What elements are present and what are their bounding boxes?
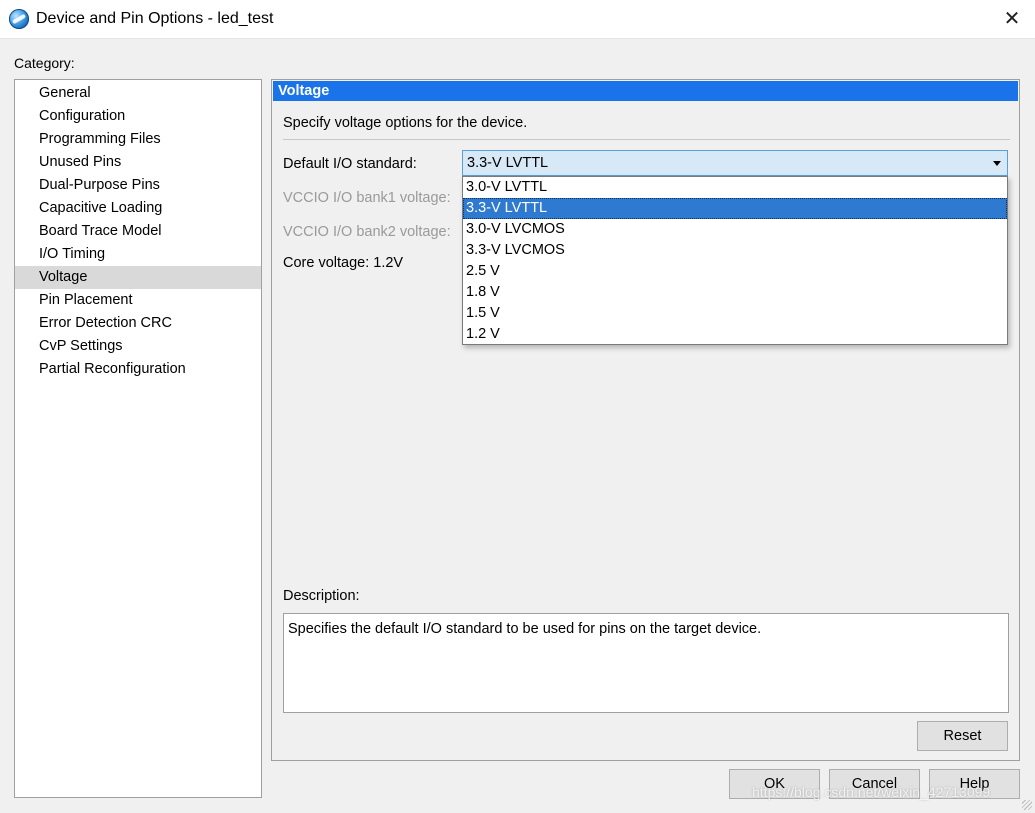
quartus-app-icon [9,9,29,29]
io-standard-dropdown-list[interactable]: 3.0-V LVTTL 3.3-V LVTTL 3.0-V LVCMOS 3.3… [462,176,1008,345]
option-3-3v-lvcmos[interactable]: 3.3-V LVCMOS [463,240,1007,261]
category-item-dual-purpose-pins[interactable]: Dual-Purpose Pins [15,174,261,197]
option-1-5v[interactable]: 1.5 V [463,303,1007,324]
category-item-unused-pins[interactable]: Unused Pins [15,151,261,174]
category-item-voltage[interactable]: Voltage [15,266,261,289]
dropdown-arrow-icon[interactable] [993,161,1001,166]
category-item-programming-files[interactable]: Programming Files [15,128,261,151]
close-button[interactable]: ✕ [989,0,1035,38]
category-item-capacitive-loading[interactable]: Capacitive Loading [15,197,261,220]
category-item-general[interactable]: General [15,82,261,105]
title-bar: Device and Pin Options - led_test ✕ [0,0,1035,39]
watermark: https://blog.csdn.net/weixin_42713099 [752,784,991,800]
option-1-2v[interactable]: 1.2 V [463,324,1007,345]
default-io-standard-value: 3.3-V LVTTL [467,155,549,171]
category-label: Category: [14,55,75,71]
voltage-panel: Voltage Specify voltage options for the … [271,79,1020,761]
window-title: Device and Pin Options - led_test [36,10,274,27]
option-3-3v-lvttl[interactable]: 3.3-V LVTTL [463,198,1007,219]
category-item-configuration[interactable]: Configuration [15,105,261,128]
option-2-5v[interactable]: 2.5 V [463,261,1007,282]
category-list[interactable]: General Configuration Programming Files … [14,79,262,798]
core-voltage-label: Core voltage: 1.2V [283,255,404,271]
option-3-0v-lvttl[interactable]: 3.0-V LVTTL [463,177,1007,198]
reset-button[interactable]: Reset [917,721,1008,751]
category-item-cvp-settings[interactable]: CvP Settings [15,335,261,358]
option-1-8v[interactable]: 1.8 V [463,282,1007,303]
description-box: Specifies the default I/O standard to be… [283,613,1009,713]
vccio-bank1-label: VCCIO I/O bank1 voltage: [283,190,451,206]
option-3-0v-lvcmos[interactable]: 3.0-V LVCMOS [463,219,1007,240]
resize-grip-icon[interactable] [1022,800,1032,810]
divider [283,139,1010,140]
category-item-error-detection-crc[interactable]: Error Detection CRC [15,312,261,335]
description-label: Description: [283,588,360,604]
panel-header: Voltage [273,81,1018,101]
category-item-io-timing[interactable]: I/O Timing [15,243,261,266]
vccio-bank2-label: VCCIO I/O bank2 voltage: [283,224,451,240]
category-item-pin-placement[interactable]: Pin Placement [15,289,261,312]
default-io-standard-select[interactable]: 3.3-V LVTTL [462,150,1008,176]
default-io-standard-label: Default I/O standard: [283,156,417,172]
category-item-partial-reconfiguration[interactable]: Partial Reconfiguration [15,358,261,381]
panel-description: Specify voltage options for the device. [283,115,528,131]
category-item-board-trace-model[interactable]: Board Trace Model [15,220,261,243]
